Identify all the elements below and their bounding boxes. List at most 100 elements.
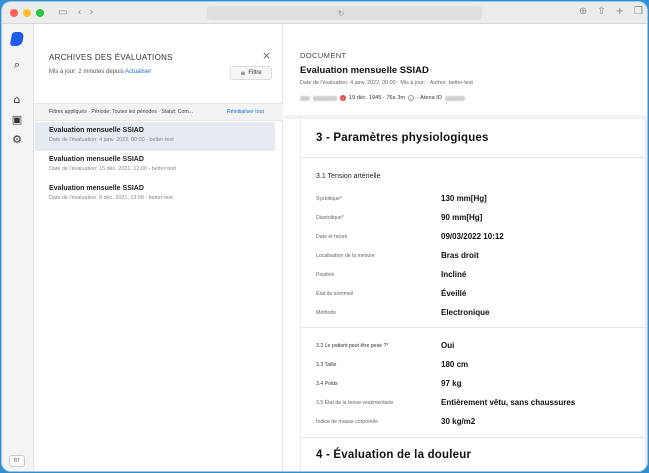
field-label: Méthode [316, 310, 337, 316]
patient-id-label: · Atena ID [416, 95, 442, 101]
search-icon[interactable]: ⌕ [10, 58, 24, 72]
browser-titlebar: ▭ ‹ › ↻ ⊕ ⇧ + ❐ [2, 2, 647, 24]
field-value: Entièrement vêtu, sans chaussures [441, 398, 576, 407]
document-title: Evaluation mensuelle SSIAD [300, 65, 429, 76]
refresh-link[interactable]: Actualiser [125, 69, 151, 75]
field-value: Oui [441, 341, 455, 350]
list-item-title: Evaluation mensuelle SSIAD [49, 185, 144, 192]
patient-dob: 19 déc. 1945 · 76a 3m [349, 95, 405, 101]
patient-id-redacted [444, 95, 465, 101]
document-pane: DOCUMENT Evaluation mensuelle SSIAD Date… [284, 24, 647, 471]
filter-button[interactable]: ≡ Filtre [230, 66, 272, 80]
panel-title: ARCHIVES DES ÉVALUATIONS [49, 53, 173, 62]
field-row: Diastolique* 90 mm[Hg] [316, 213, 646, 225]
home-icon[interactable]: ⌂ [10, 92, 24, 106]
field-row: État du sommeil Éveillé [316, 289, 646, 301]
close-window-button[interactable] [10, 8, 18, 17]
field-value: 90 mm[Hg] [441, 213, 483, 222]
settings-icon[interactable]: ⚙ [10, 132, 24, 146]
field-value: Bras droit [441, 251, 479, 260]
list-item-subtitle: Date de l'évaluation: 15 déc. 2021, 12:0… [49, 166, 176, 172]
app-rail: ⌕ ⌂ ▣ ⚙ BT [2, 24, 34, 471]
archives-panel: ARCHIVES DES ÉVALUATIONS × Mis à jour: 2… [35, 24, 288, 471]
filter-button-label: Filtre [248, 70, 262, 76]
field-value: 180 cm [441, 360, 469, 369]
window-controls [10, 8, 44, 17]
forward-icon[interactable]: › [89, 7, 93, 18]
subsection-title: 3.1 Tension artérielle [316, 173, 381, 180]
close-icon[interactable]: × [262, 49, 271, 62]
share-icon[interactable]: ⇧ [597, 6, 605, 17]
list-item[interactable]: Evaluation mensuelle SSIAD Date de l'éva… [35, 151, 275, 180]
field-value: 09/03/2022 10:12 [441, 232, 504, 241]
sidebar-toggle-icon[interactable]: ▭ [58, 7, 67, 18]
document-label: DOCUMENT [300, 51, 347, 60]
field-row: Indice de masse corporelle 30 kg/m2 [316, 417, 646, 429]
minimize-window-button[interactable] [23, 8, 31, 17]
field-row: 3.5 État de la tenue vestimentaire Entiè… [316, 398, 646, 410]
field-label: Position [316, 272, 335, 278]
patient-info: ! 19 déc. 1945 · 76a 3m i · Atena ID [300, 95, 465, 101]
list-item-title: Evaluation mensuelle SSIAD [49, 127, 144, 134]
browser-toolbar-right: ⊕ ⇧ + ❐ [579, 6, 643, 17]
field-label: Localisation de la mesure [316, 253, 375, 259]
section-title: 3 - Paramètres physiologiques [316, 132, 489, 144]
maximize-window-button[interactable] [36, 8, 44, 17]
divider [301, 327, 647, 328]
filter-icon: ≡ [240, 69, 246, 77]
field-row: Position Incliné [316, 270, 646, 282]
update-status: Mis à jour: 2 minutes depuis Actualiser [49, 69, 151, 75]
info-icon[interactable]: i [407, 95, 414, 101]
field-value: Electronique [441, 308, 490, 317]
field-label: Indice de masse corporelle [316, 419, 378, 425]
field-value: 130 mm[Hg] [441, 194, 487, 203]
document-meta: Date de l'évaluation: 4 janv. 2022, 00:0… [300, 80, 473, 86]
patient-name-redacted [300, 95, 310, 101]
tabs-overview-icon[interactable]: ❐ [634, 6, 643, 17]
reset-filters-link[interactable]: Réinitialiser tout [227, 109, 264, 115]
field-row: 3.3 Taille 180 cm [316, 360, 646, 372]
new-tab-icon[interactable]: + [616, 6, 624, 17]
reload-icon[interactable]: ↻ [338, 9, 345, 18]
field-row: Localisation de la mesure Bras droit [316, 251, 646, 263]
field-label: Systolique* [316, 196, 342, 202]
field-label: 3.2 Le patient peut être pesé ?* [316, 343, 389, 349]
field-value: 30 kg/m2 [441, 417, 476, 426]
update-text: Mis à jour: 2 minutes depuis [49, 69, 124, 75]
back-icon[interactable]: ‹ [77, 7, 81, 18]
applied-filters-text: Filtres appliqués · Période: Toutes les … [49, 109, 194, 115]
document-scrollbar[interactable] [645, 119, 647, 471]
field-value: Incliné [441, 270, 467, 279]
patient-name-redacted [313, 95, 337, 101]
field-row: 3.4 Poids 97 kg [316, 379, 646, 391]
user-avatar[interactable]: BT [9, 455, 25, 467]
field-row: 3.2 Le patient peut être pesé ?* Oui [316, 341, 646, 353]
field-row: Date et heure 09/03/2022 10:12 [316, 232, 646, 244]
field-value: 97 kg [441, 379, 462, 388]
app-window: ▭ ‹ › ↻ ⊕ ⇧ + ❐ ⌕ ⌂ ▣ ⚙ BT ARCHIVES DES … [1, 1, 648, 472]
list-item-subtitle: Date de l'évaluation: 4 janv. 2022, 00:0… [49, 137, 174, 143]
field-label: 3.4 Poids [316, 381, 338, 387]
list-item-subtitle: Date de l'évaluation: 8 déc. 2021, 13:00… [49, 195, 173, 201]
list-item[interactable]: Evaluation mensuelle SSIAD Date de l'éva… [35, 122, 275, 151]
field-row: Méthode Electronique [316, 308, 646, 320]
divider [301, 437, 647, 438]
field-label: 3.3 Taille [316, 362, 337, 368]
applied-filters-bar: Filtres appliqués · Période: Toutes les … [35, 103, 283, 121]
list-item[interactable]: Evaluation mensuelle SSIAD Date de l'éva… [35, 180, 275, 209]
section-title: 4 - Évaluation de la douleur [316, 449, 472, 461]
divider [301, 157, 647, 158]
field-row: Systolique* 130 mm[Hg] [316, 194, 646, 206]
field-label: État du sommeil [316, 291, 354, 297]
document-content: 3 - Paramètres physiologiques 3.1 Tensio… [300, 119, 647, 471]
calendar-icon[interactable]: ▣ [10, 112, 24, 126]
field-label: Diastolique* [316, 215, 344, 221]
alert-icon: ! [340, 95, 346, 101]
url-bar[interactable]: ↻ [207, 6, 482, 20]
field-label: Date et heure [316, 234, 348, 240]
field-label: 3.5 État de la tenue vestimentaire [316, 400, 394, 406]
download-icon[interactable]: ⊕ [579, 6, 587, 17]
list-item-title: Evaluation mensuelle SSIAD [49, 156, 144, 163]
field-value: Éveillé [441, 289, 467, 298]
app-logo[interactable] [9, 32, 25, 46]
